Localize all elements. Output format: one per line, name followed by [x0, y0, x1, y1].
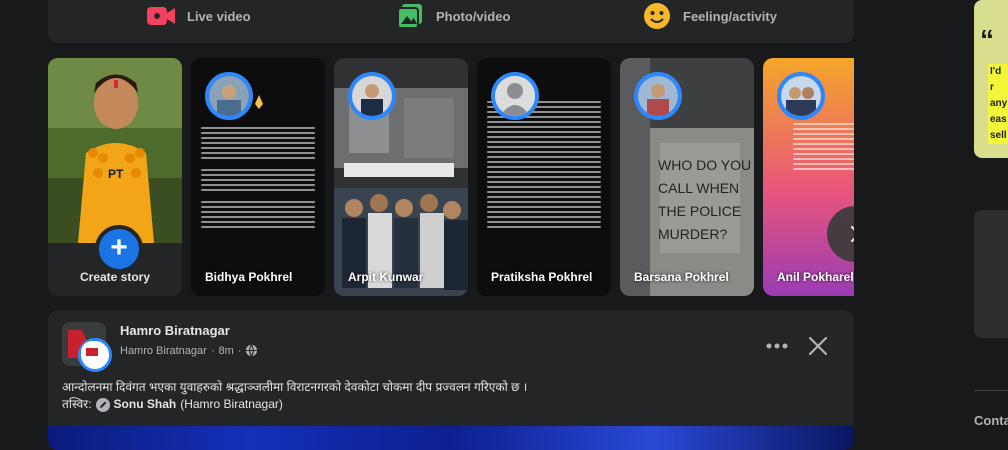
story-text-content — [487, 98, 601, 231]
create-story-photo: PT — [48, 58, 182, 243]
story-author-name: Barsana Pokhrel — [634, 270, 729, 284]
feed-post: Hamro Biratnagar Hamro Biratnagar · 8m ·… — [48, 310, 854, 450]
credit-prefix: तस्विर: — [62, 397, 92, 411]
contacts-heading: Conta — [974, 413, 1008, 428]
post-author-name[interactable]: Hamro Biratnagar — [120, 345, 207, 357]
post-timestamp[interactable]: 8m — [219, 345, 234, 357]
quote-icon: “ — [980, 24, 994, 55]
profile-avatar[interactable] — [78, 338, 112, 372]
post-more-options-button[interactable] — [762, 336, 792, 356]
story-avatar — [348, 72, 396, 120]
live-video-button[interactable]: Live video — [147, 3, 251, 29]
credit-author[interactable]: Sonu Shah — [114, 396, 177, 413]
story-text-content — [793, 120, 854, 173]
photo-video-icon — [398, 4, 422, 28]
live-video-icon — [147, 7, 175, 25]
story-avatar — [491, 72, 539, 120]
svg-text:PT: PT — [108, 167, 124, 181]
more-dots-icon — [766, 343, 788, 349]
meta-separator: · — [210, 344, 215, 357]
story-author-name: Arpit Kunwar — [348, 270, 424, 284]
chevron-right-icon — [850, 225, 854, 243]
sponsored-ad-card[interactable] — [974, 210, 1008, 338]
ad-text-line: eas — [990, 114, 1007, 125]
folded-hands-icon — [255, 95, 263, 109]
story-card[interactable]: Pratiksha Pokhrel — [477, 58, 611, 296]
svg-text:THE POLICE: THE POLICE — [658, 203, 741, 219]
svg-text:MURDER?: MURDER? — [658, 226, 727, 242]
story-author-name: Pratiksha Pokhrel — [491, 270, 593, 284]
story-card[interactable]: Arpit Kunwar — [334, 58, 468, 296]
story-card[interactable]: Anil Pokharel — [763, 58, 854, 296]
feeling-activity-icon — [644, 3, 670, 29]
ad-text-line: any — [990, 98, 1008, 109]
ad-text-line: I'd r — [990, 66, 1002, 93]
pencil-icon — [95, 397, 110, 412]
post-meta: Hamro Biratnagar · 8m · — [120, 344, 258, 357]
story-card[interactable]: WHO DO YOU CALL WHEN THE POLICE MURDER? … — [620, 58, 754, 296]
stories-tray: PT + Create story Bidhya Pokhrel Arpit K… — [48, 58, 854, 296]
post-photo-credit: तस्विर: Sonu Shah (Hamro Biratnagar) — [62, 396, 283, 413]
ad-text: I'd r any eas sell — [988, 64, 1008, 144]
post-body-text: आन्दोलनमा दिवंगत भएका युवाहरुको श्रद्धाञ… — [62, 380, 528, 394]
feeling-activity-label: Feeling/activity — [683, 8, 777, 24]
credit-page: (Hamro Biratnagar) — [180, 397, 283, 411]
sidebar-divider — [974, 390, 1008, 391]
close-icon — [808, 336, 828, 356]
story-text-content — [201, 124, 315, 231]
story-author-name: Bidhya Pokhrel — [205, 270, 293, 284]
post-hide-button[interactable] — [806, 334, 830, 358]
create-story-card[interactable]: PT + Create story — [48, 58, 182, 296]
story-avatar — [777, 72, 825, 120]
story-avatar — [205, 72, 253, 120]
post-image[interactable] — [48, 426, 854, 450]
create-story-plus-icon[interactable]: + — [95, 225, 143, 273]
default-profile-icon — [495, 76, 535, 116]
meta-separator: · — [237, 344, 242, 357]
story-card[interactable]: Bidhya Pokhrel — [191, 58, 325, 296]
post-composer: Live video Photo/video Feeling/activity — [48, 0, 854, 43]
svg-text:WHO DO YOU: WHO DO YOU — [658, 157, 751, 173]
feeling-activity-button[interactable]: Feeling/activity — [643, 3, 777, 29]
sponsored-ad-card[interactable]: “ I'd r any eas sell — [974, 0, 1008, 158]
story-author-name: Anil Pokharel — [777, 270, 854, 284]
globe-icon — [246, 344, 258, 357]
svg-text:CALL WHEN: CALL WHEN — [658, 180, 739, 196]
create-story-label: Create story — [79, 270, 151, 284]
live-video-label: Live video — [187, 8, 251, 24]
ad-text-line: sell — [990, 130, 1007, 141]
post-page-name[interactable]: Hamro Biratnagar — [120, 323, 230, 338]
photo-video-button[interactable]: Photo/video — [398, 3, 510, 29]
photo-video-label: Photo/video — [436, 8, 511, 24]
right-sidebar: “ I'd r any eas sell Conta — [962, 0, 1008, 435]
story-avatar — [634, 72, 682, 120]
